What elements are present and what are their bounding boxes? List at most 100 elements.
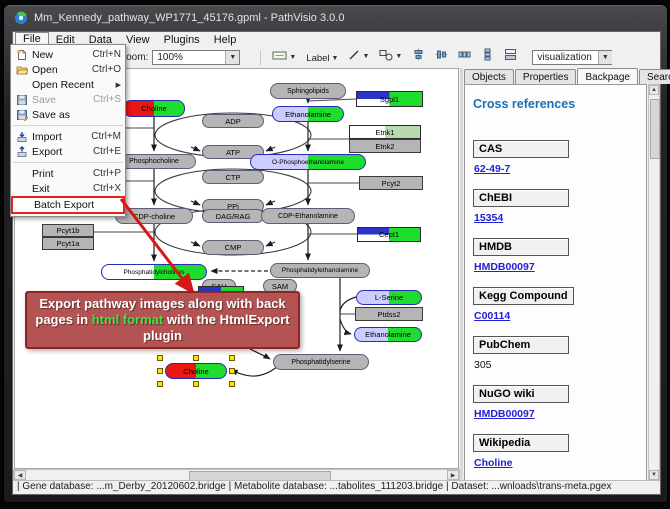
datanode-tool-button[interactable]: ▼ — [268, 48, 300, 67]
visualization-combobox[interactable]: visualization ▼ — [532, 50, 612, 65]
node-ethanolamine[interactable]: Ethanolamine — [272, 106, 344, 122]
vertical-scrollbar[interactable]: ▲ ▼ — [648, 84, 660, 481]
size-icon — [504, 48, 517, 64]
tab-backpage[interactable]: Backpage — [577, 68, 637, 84]
xref-link-15354[interactable]: 15354 — [474, 212, 503, 224]
zoom-combobox[interactable]: 100% ▼ — [152, 50, 240, 65]
node-label: Ethanolamine — [285, 110, 331, 119]
shape-icon — [379, 49, 393, 64]
annotation-callout: Export pathway images along with back pa… — [25, 291, 300, 349]
menu-shortcut: Ctrl+P — [93, 168, 121, 179]
selection-handle[interactable] — [229, 355, 235, 361]
scroll-right-icon[interactable]: ▶ — [447, 470, 459, 480]
menu-help[interactable]: Help — [207, 33, 244, 47]
align-horizontal-button[interactable] — [408, 47, 429, 66]
screenshot: Mm_Kennedy_pathway_WP1771_45176.gpml - P… — [0, 0, 670, 509]
file-menu-item-export[interactable]: ExportCtrl+E — [11, 144, 125, 159]
xref-link-62-49-7[interactable]: 62-49-7 — [474, 163, 510, 175]
node-cdp-ethanolamine[interactable]: CDP-Ethanolamine — [261, 208, 355, 224]
selection-handle[interactable] — [229, 368, 235, 374]
node-sgpl1[interactable]: Sgpl1 — [356, 91, 423, 107]
menu-shortcut: Ctrl+N — [92, 49, 121, 60]
tab-search[interactable]: Search — [639, 69, 670, 84]
file-menu-item-new[interactable]: NewCtrl+N — [11, 47, 125, 62]
node-cmp[interactable]: CMP — [202, 240, 264, 255]
node-ctp[interactable]: CTP — [202, 170, 264, 184]
xref-link-hmdb00097[interactable]: HMDB00097 — [474, 408, 535, 420]
menu-shortcut: Ctrl+S — [93, 94, 121, 105]
scroll-up-icon[interactable]: ▲ — [649, 85, 659, 95]
node-phosphatidylethanolamine[interactable]: Phosphatidylethanolamine — [270, 263, 370, 278]
selection-handle[interactable] — [157, 355, 163, 361]
node-l-serine[interactable]: L-Serine — [356, 290, 422, 305]
callout-text: with the HtmlExport plugin — [143, 312, 290, 343]
node-label: Phosphatidylserine — [291, 359, 350, 366]
xref-link-c00114[interactable]: C00114 — [474, 310, 510, 322]
menu-shortcut: Ctrl+E — [93, 146, 121, 157]
node-ptdss2[interactable]: Ptdss2 — [355, 307, 423, 321]
window-title: Mm_Kennedy_pathway_WP1771_45176.gpml - P… — [34, 12, 344, 24]
node-etnk2[interactable]: Etnk2 — [349, 139, 421, 153]
file-menu-item-exit[interactable]: ExitCtrl+X — [11, 181, 125, 196]
file-menu-item-batch-export[interactable]: Batch Export — [11, 196, 125, 214]
xref-nugo-wiki: NuGO wikiHMDB00097 — [473, 384, 646, 420]
shape-tool-button[interactable]: ▼ — [375, 47, 406, 66]
pathway-edge — [191, 242, 200, 246]
node-choline[interactable]: Choline — [123, 100, 185, 117]
node-phosphatidylserine[interactable]: Phosphatidylserine — [273, 354, 369, 370]
line-tool-button[interactable]: ▼ — [344, 47, 373, 66]
distribute-horizontal-button[interactable] — [454, 47, 475, 66]
node-ethanolamine-2[interactable]: Ethanolamine — [354, 327, 422, 342]
node-choline-selected[interactable]: Choline — [165, 363, 227, 379]
dist-v-icon — [481, 48, 494, 64]
node-pcyt1b[interactable]: Pcyt1b — [42, 224, 94, 237]
node-dag[interactable]: DAG/RAG — [202, 209, 264, 223]
selection-handle[interactable] — [229, 381, 235, 387]
tab-objects[interactable]: Objects — [464, 69, 514, 84]
blank-icon — [16, 199, 31, 211]
node-label: Pcyt1a — [57, 239, 80, 248]
menu-separator — [13, 162, 123, 163]
pathway-edge — [250, 349, 270, 359]
datanode-icon — [272, 50, 287, 64]
xref-link-choline[interactable]: Choline — [474, 457, 513, 469]
node-cdp-choline[interactable]: CDP-choline — [115, 208, 193, 224]
xref-value: HMDB00097 — [474, 261, 646, 273]
tab-properties[interactable]: Properties — [515, 69, 577, 84]
chevron-down-icon: ▼ — [395, 53, 402, 60]
node-sphingolipids[interactable]: Sphingolipids — [270, 83, 346, 99]
file-menu-item-print[interactable]: PrintCtrl+P — [11, 166, 125, 181]
file-menu-item-import[interactable]: ImportCtrl+M — [11, 129, 125, 144]
file-menu-item-open[interactable]: OpenCtrl+O — [11, 62, 125, 77]
align-vertical-button[interactable] — [431, 47, 452, 66]
menu-item-label: Open — [32, 64, 86, 76]
selection-handle[interactable] — [193, 355, 199, 361]
xref-link-hmdb00097[interactable]: HMDB00097 — [474, 261, 535, 273]
node-pcyt1a[interactable]: Pcyt1a — [42, 237, 94, 250]
selection-handle[interactable] — [157, 381, 163, 387]
label-tool-button[interactable]: Label▼ — [302, 49, 342, 68]
node-etnk1[interactable]: Etnk1 — [349, 125, 421, 139]
menu-plugins[interactable]: Plugins — [157, 33, 207, 47]
node-pcyt2[interactable]: Pcyt2 — [359, 176, 423, 190]
node-cept1[interactable]: Cept1 — [357, 227, 421, 242]
scroll-down-icon[interactable]: ▼ — [649, 470, 659, 480]
pathway-edge — [266, 201, 275, 205]
common-size-button[interactable] — [500, 47, 521, 66]
new-icon — [14, 49, 29, 61]
file-menu-item-save[interactable]: SaveCtrl+S — [11, 92, 125, 107]
title-bar[interactable]: Mm_Kennedy_pathway_WP1771_45176.gpml - P… — [14, 8, 657, 28]
distribute-vertical-button[interactable] — [477, 47, 498, 66]
scroll-left-icon[interactable]: ◀ — [14, 470, 26, 480]
node-o-phosphoethanolamine[interactable]: O-Phosphoethanolamine — [250, 154, 366, 170]
node-label: Ptdss2 — [378, 310, 401, 319]
selection-handle[interactable] — [157, 368, 163, 374]
xref-source-label: HMDB — [473, 238, 569, 256]
file-menu-item-save-as[interactable]: Save as — [11, 107, 125, 122]
node-adp[interactable]: ADP — [202, 114, 264, 128]
selection-handle[interactable] — [193, 381, 199, 387]
toolbar-separator — [260, 51, 261, 65]
node-phosphatidylcholines[interactable]: Phosphatidylcholines — [101, 264, 207, 280]
file-menu-item-open-recent[interactable]: Open Recent▶ — [11, 77, 125, 92]
vertical-scroll-thumb[interactable] — [650, 99, 660, 159]
